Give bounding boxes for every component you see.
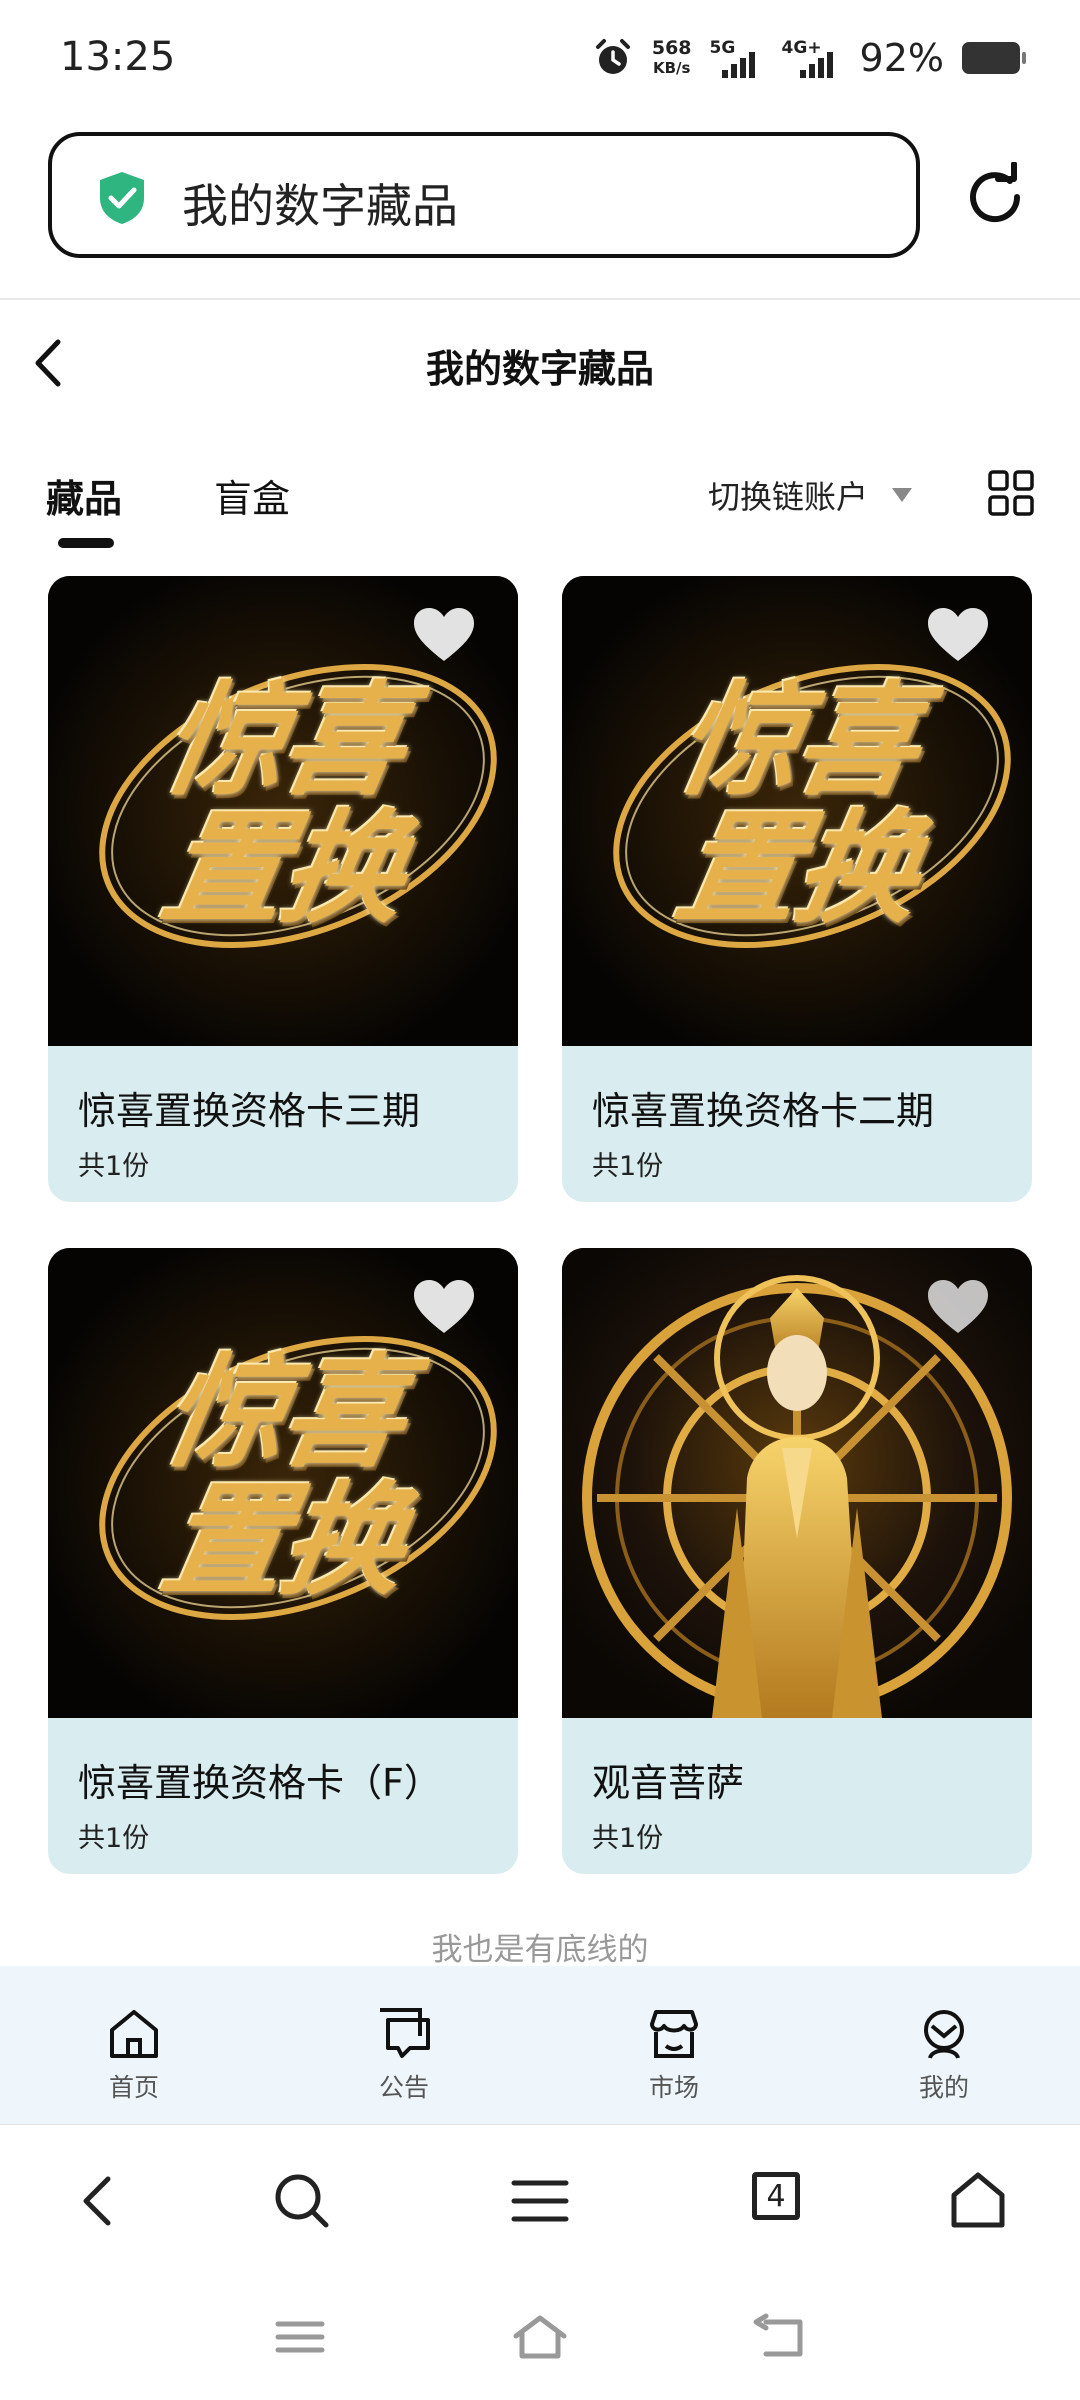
browser-toolbar — [0, 2124, 1080, 2275]
nav-announcements-label: 公告 — [378, 2073, 429, 2102]
art-text-line1: 惊喜 — [152, 670, 414, 812]
nav-home-label: 首页 — [108, 2073, 159, 2102]
collectible-card[interactable]: 惊喜 置换 惊喜置换资格卡三期 共1份 — [48, 576, 518, 1202]
nav-home[interactable]: 首页 — [74, 2006, 194, 2104]
browser-back-icon[interactable] — [68, 2169, 132, 2233]
gold-title-art-image: 惊喜 置换 — [562, 576, 1032, 1046]
heart-icon[interactable] — [926, 1278, 990, 1336]
art-text-line2: 置换 — [152, 1470, 414, 1612]
art-text-line2: 置换 — [152, 798, 414, 940]
status-time: 13:25 — [60, 34, 176, 80]
shield-check-icon — [100, 172, 144, 224]
network-speed-unit: KB/s — [652, 59, 691, 77]
switch-chain-account-button[interactable]: 切换链账户 — [708, 472, 868, 518]
active-tab-indicator — [58, 538, 114, 548]
gold-title-art-image: 惊喜 置换 — [48, 576, 518, 1046]
search-icon[interactable] — [270, 2169, 334, 2233]
heart-icon[interactable] — [412, 606, 476, 664]
battery-percent: 92% — [859, 36, 944, 80]
collectible-count: 共1份 — [78, 1823, 150, 1854]
status-icons: 568 KB/s 5G 4G+ 92% — [592, 30, 1026, 86]
collectible-card[interactable]: 惊喜 置换 惊喜置换资格卡（F） 共1份 — [48, 1248, 518, 1874]
signal-bars-icon — [799, 52, 833, 78]
collectible-count: 共1份 — [78, 1151, 150, 1182]
golden-guanyin-statue-image — [562, 1248, 1032, 1718]
collectible-count: 共1份 — [592, 1823, 664, 1854]
status-bar: 13:25 568 KB/s 5G 4G+ 92% — [0, 0, 1080, 110]
browser-home-icon[interactable] — [946, 2169, 1010, 2233]
tab-blind-box[interactable]: 盲盒 — [214, 468, 290, 523]
tab-count-button[interactable]: 4 — [752, 2172, 800, 2220]
signal-bars-icon — [721, 52, 755, 78]
collectible-card[interactable]: 惊喜 置换 惊喜置换资格卡二期 共1份 — [562, 576, 1032, 1202]
nav-profile-label: 我的 — [918, 2073, 969, 2102]
address-bar-title: 我的数字藏品 — [182, 179, 458, 233]
network-speed: 568 KB/s — [652, 38, 692, 78]
nav-market-label: 市场 — [648, 2073, 699, 2102]
system-nav-bar — [0, 2274, 1080, 2400]
tab-collectibles[interactable]: 藏品 — [46, 468, 122, 523]
nav-market[interactable]: 市场 — [614, 2006, 734, 2104]
collectible-name: 惊喜置换资格卡二期 — [592, 1089, 935, 1133]
collectible-name: 惊喜置换资格卡三期 — [78, 1089, 421, 1133]
gold-title-art-image: 惊喜 置换 — [48, 1248, 518, 1718]
nav-profile[interactable]: 我的 — [884, 2006, 1004, 2104]
sim1-signal: 5G — [710, 38, 764, 78]
alarm-icon — [595, 39, 630, 74]
heart-icon[interactable] — [412, 1278, 476, 1336]
system-home-icon[interactable] — [512, 2312, 568, 2362]
address-bar[interactable]: 我的数字藏品 — [48, 132, 920, 258]
heart-icon[interactable] — [926, 606, 990, 664]
collectible-count: 共1份 — [592, 1151, 664, 1182]
header-divider — [0, 298, 1080, 300]
app-bottom-nav: 首页 公告 市场 我的 — [0, 1966, 1080, 2124]
caret-down-icon[interactable] — [892, 488, 912, 502]
sim2-signal: 4G+ — [782, 38, 842, 78]
collectible-name: 观音菩萨 — [592, 1761, 745, 1805]
refresh-icon[interactable] — [960, 162, 1030, 232]
recent-apps-icon[interactable] — [272, 2312, 328, 2362]
home-icon — [110, 2010, 158, 2058]
store-icon — [650, 2010, 698, 2058]
battery-icon — [962, 42, 1026, 74]
menu-icon[interactable] — [508, 2169, 572, 2233]
end-of-list-note: 我也是有底线的 — [431, 1932, 649, 1968]
nav-announcements[interactable]: 公告 — [344, 2006, 464, 2104]
system-back-icon[interactable] — [752, 2312, 808, 2362]
art-text-line2: 置换 — [666, 798, 928, 940]
art-text-line1: 惊喜 — [666, 670, 928, 812]
profile-icon — [924, 2010, 964, 2059]
collectible-name: 惊喜置换资格卡（F） — [78, 1761, 442, 1805]
grid-view-icon[interactable] — [988, 470, 1034, 516]
page-title: 我的数字藏品 — [425, 347, 654, 391]
art-text-line1: 惊喜 — [152, 1342, 414, 1484]
collectible-card[interactable]: 观音菩萨 共1份 — [562, 1248, 1032, 1874]
announcement-icon — [380, 2008, 430, 2058]
network-speed-value: 568 — [651, 37, 692, 59]
